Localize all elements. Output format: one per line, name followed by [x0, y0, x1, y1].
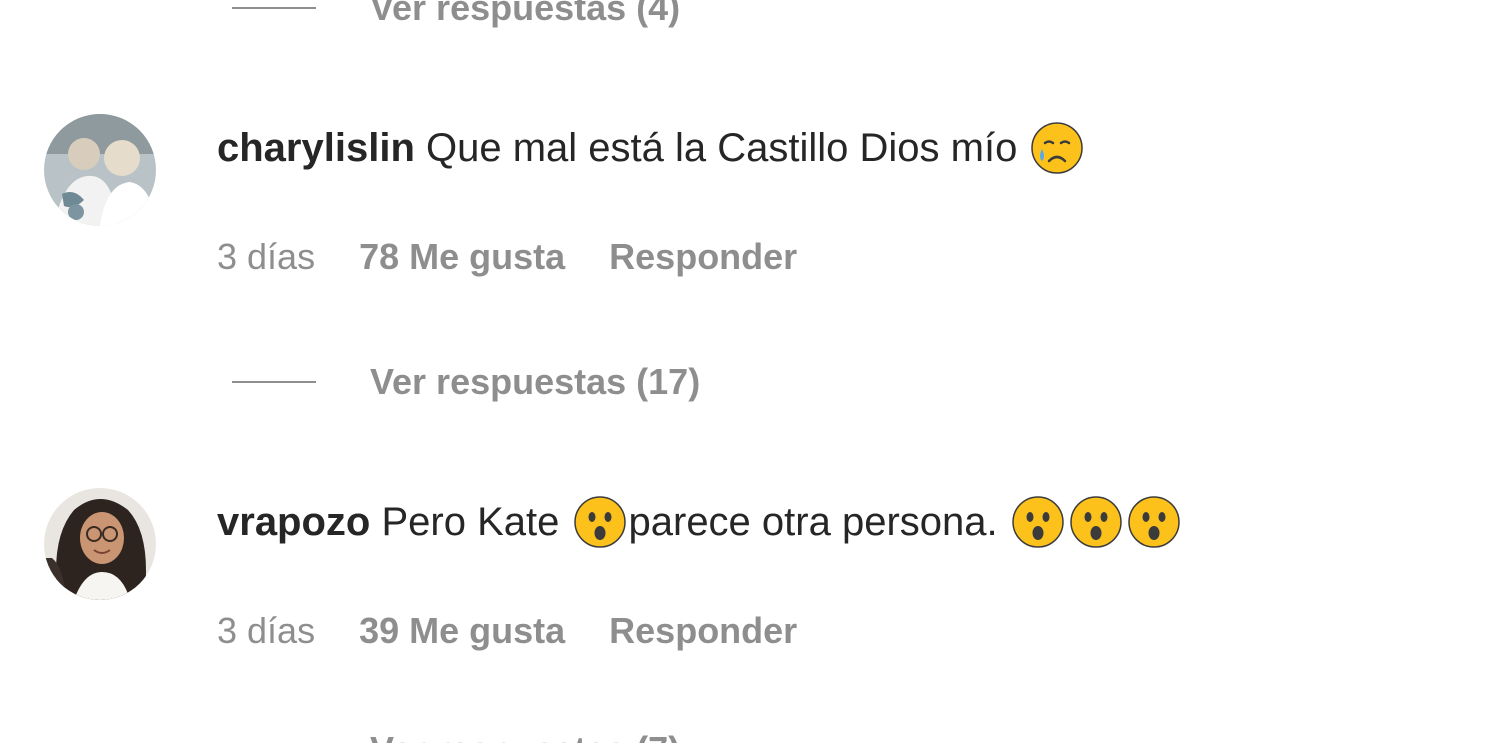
- comments-panel: Ver respuestas (4) charylislin Que mal e…: [0, 0, 1500, 743]
- view-replies-button[interactable]: Ver respuestas (4): [370, 0, 680, 29]
- comment-text: parece otra persona.: [628, 500, 998, 544]
- comment-likes-button[interactable]: 39 Me gusta: [359, 610, 565, 652]
- reply-button[interactable]: Responder: [609, 610, 797, 652]
- comment-time[interactable]: 3 días: [217, 610, 315, 652]
- comment-meta: 3 días 78 Me gusta Responder: [217, 236, 797, 278]
- comment-text: Que mal está la Castillo Dios mío: [426, 126, 1018, 170]
- replies-divider-line: [232, 381, 316, 383]
- comment-time[interactable]: 3 días: [217, 236, 315, 278]
- comment-body: vrapozo Pero Kate parece otra persona.: [217, 494, 1183, 550]
- reply-button[interactable]: Responder: [609, 236, 797, 278]
- astonished-face-icon: [1011, 495, 1065, 549]
- view-replies-button[interactable]: Ver respuestas (7): [370, 729, 680, 743]
- comment-likes-button[interactable]: 78 Me gusta: [359, 236, 565, 278]
- comment-meta: 3 días 39 Me gusta Responder: [217, 610, 797, 652]
- comment-body: charylislin Que mal está la Castillo Dio…: [217, 120, 1086, 176]
- avatar[interactable]: [44, 114, 156, 226]
- view-replies-button[interactable]: Ver respuestas (17): [370, 361, 700, 403]
- astonished-face-icon: [573, 495, 627, 549]
- comment-username[interactable]: vrapozo: [217, 500, 370, 544]
- avatar[interactable]: [44, 488, 156, 600]
- view-replies-row[interactable]: Ver respuestas (7): [232, 728, 680, 743]
- replies-divider-line: [232, 7, 316, 9]
- view-replies-row[interactable]: Ver respuestas (4): [232, 0, 680, 30]
- astonished-face-icon: [1069, 495, 1123, 549]
- view-replies-row[interactable]: Ver respuestas (17): [232, 360, 700, 404]
- crying-face-icon: [1030, 121, 1084, 175]
- comment-text: Pero Kate: [381, 500, 560, 544]
- comment-username[interactable]: charylislin: [217, 126, 415, 170]
- astonished-face-icon: [1127, 495, 1181, 549]
